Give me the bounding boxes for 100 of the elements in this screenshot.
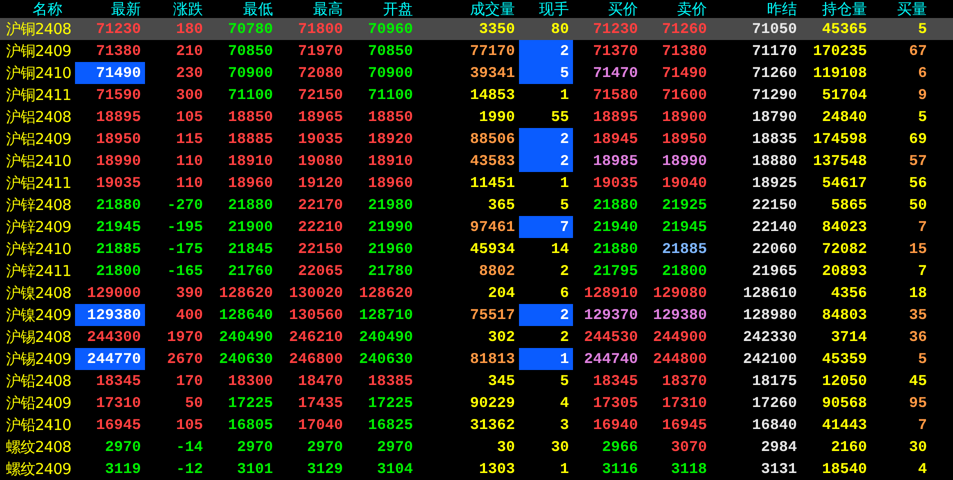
table-cell: 17305 [592,396,638,410]
column-header[interactable]: 最高 [277,0,347,18]
table-cell: 21945 [96,220,141,234]
contract-name[interactable]: 沪铝2410 [0,150,75,172]
table-cell: 71370 [592,44,638,58]
table-cell: 71230 [96,22,141,36]
table-cell: 88506 [470,132,515,146]
contract-name[interactable]: 沪铅2410 [0,414,75,436]
contract-name[interactable]: 沪铜2410 [0,62,75,84]
table-cell: 71260 [662,22,707,36]
table-cell: 8802 [478,264,515,278]
table-cell: 71260 [752,66,797,80]
table-cell: 18895 [592,110,638,124]
table-cell: 19035 [592,176,638,190]
column-header[interactable]: 买价 [573,0,642,18]
column-header[interactable]: 昨结 [711,0,801,18]
table-cell: 18790 [752,110,797,124]
table-cell: 128640 [218,308,273,322]
table-cell: 2160 [830,440,867,454]
table-cell: 18895 [96,110,141,124]
table-cell: 71100 [368,88,413,102]
table-cell: 19120 [298,176,343,190]
contract-name[interactable]: 沪锌2410 [0,238,75,260]
column-header[interactable]: 开盘 [347,0,417,18]
table-cell: 129380 [86,308,141,322]
table-cell: 15 [908,242,927,256]
table-cell: 300 [176,88,203,102]
table-cell: 81813 [470,352,515,366]
table-cell: 1 [560,176,569,190]
table-cell: 54617 [822,176,867,190]
contract-name[interactable]: 沪镍2408 [0,282,75,304]
column-header[interactable]: 成交量 [417,0,519,18]
contract-name[interactable]: 沪锡2408 [0,326,75,348]
table-cell: 18990 [662,154,707,168]
column-header[interactable]: 名称 [0,0,75,18]
table-cell: 71290 [752,88,797,102]
table-cell: 50 [184,396,203,410]
contract-name[interactable]: 沪铅2409 [0,392,75,414]
contract-name[interactable]: 沪铜2408 [0,18,75,40]
contract-name[interactable]: 沪铅2408 [0,370,75,392]
column-header[interactable]: 最低 [207,0,277,18]
table-cell: 3101 [236,462,273,476]
table-cell: 128620 [218,286,273,300]
table-cell: 14853 [470,88,515,102]
table-cell: 2970 [376,440,413,454]
table-cell: 210 [176,44,203,58]
contract-name[interactable]: 沪锡2409 [0,348,75,370]
contract-name[interactable]: 沪铜2409 [0,40,75,62]
contract-name[interactable]: 螺纹2408 [0,436,75,458]
table-cell: 128980 [742,308,797,322]
contract-name[interactable]: 沪锌2408 [0,194,75,216]
table-cell: 7 [918,418,927,432]
table-cell: 22210 [298,220,343,234]
table-cell: 7 [918,264,927,278]
table-cell: 18960 [368,176,413,190]
table-cell: 22065 [298,264,343,278]
table-cell: 21900 [228,220,273,234]
table-cell: 2 [560,308,569,322]
table-cell: 129380 [652,308,707,322]
table-cell: 240490 [218,330,273,344]
table-cell: 21760 [228,264,273,278]
table-cell: 72082 [822,242,867,256]
table-cell: 128610 [742,286,797,300]
column-header[interactable]: 持仓量 [801,0,871,18]
column-header[interactable]: 最新 [75,0,145,18]
column-header[interactable]: 涨跌 [145,0,207,18]
column-header[interactable]: 卖价 [642,0,711,18]
table-cell: 345 [488,374,515,388]
table-cell: 2970 [306,440,343,454]
contract-name[interactable]: 沪铝2408 [0,106,75,128]
table-cell: 129080 [652,286,707,300]
table-cell: 2670 [166,352,203,366]
table-cell: 22150 [298,242,343,256]
table-cell: 75517 [470,308,515,322]
contract-name[interactable]: 沪锌2409 [0,216,75,238]
table-cell: 69 [908,132,927,146]
table-cell: 56 [908,176,927,190]
table-cell: 71050 [752,22,797,36]
column-header[interactable]: 现手 [519,0,573,18]
contract-name[interactable]: 沪铝2409 [0,128,75,150]
contract-name[interactable]: 沪锌2411 [0,260,75,282]
table-cell: 30 [550,440,569,454]
selected-row[interactable]: 沪铜2408 71230 180 70780 71800 70960 3350 80 71230 71260 71050 45365 5 [0,18,953,40]
table-cell: 16840 [752,418,797,432]
table-cell: 71490 [96,66,141,80]
table-cell: 21945 [662,220,707,234]
table-cell: 16945 [662,418,707,432]
contract-name[interactable]: 沪铜2411 [0,84,75,106]
table-cell: 3129 [306,462,343,476]
table-cell: 244900 [652,330,707,344]
table-cell: 21885 [96,242,141,256]
table-cell: 14 [550,242,569,256]
contract-name[interactable]: 螺纹2409 [0,458,75,480]
table-cell: 130020 [288,286,343,300]
column-header[interactable]: 买量 [871,0,931,18]
contract-name[interactable]: 沪铝2411 [0,172,75,194]
table-cell: 18990 [96,154,141,168]
table-cell: 22140 [752,220,797,234]
contract-name[interactable]: 沪镍2409 [0,304,75,326]
table-cell: 90568 [822,396,867,410]
